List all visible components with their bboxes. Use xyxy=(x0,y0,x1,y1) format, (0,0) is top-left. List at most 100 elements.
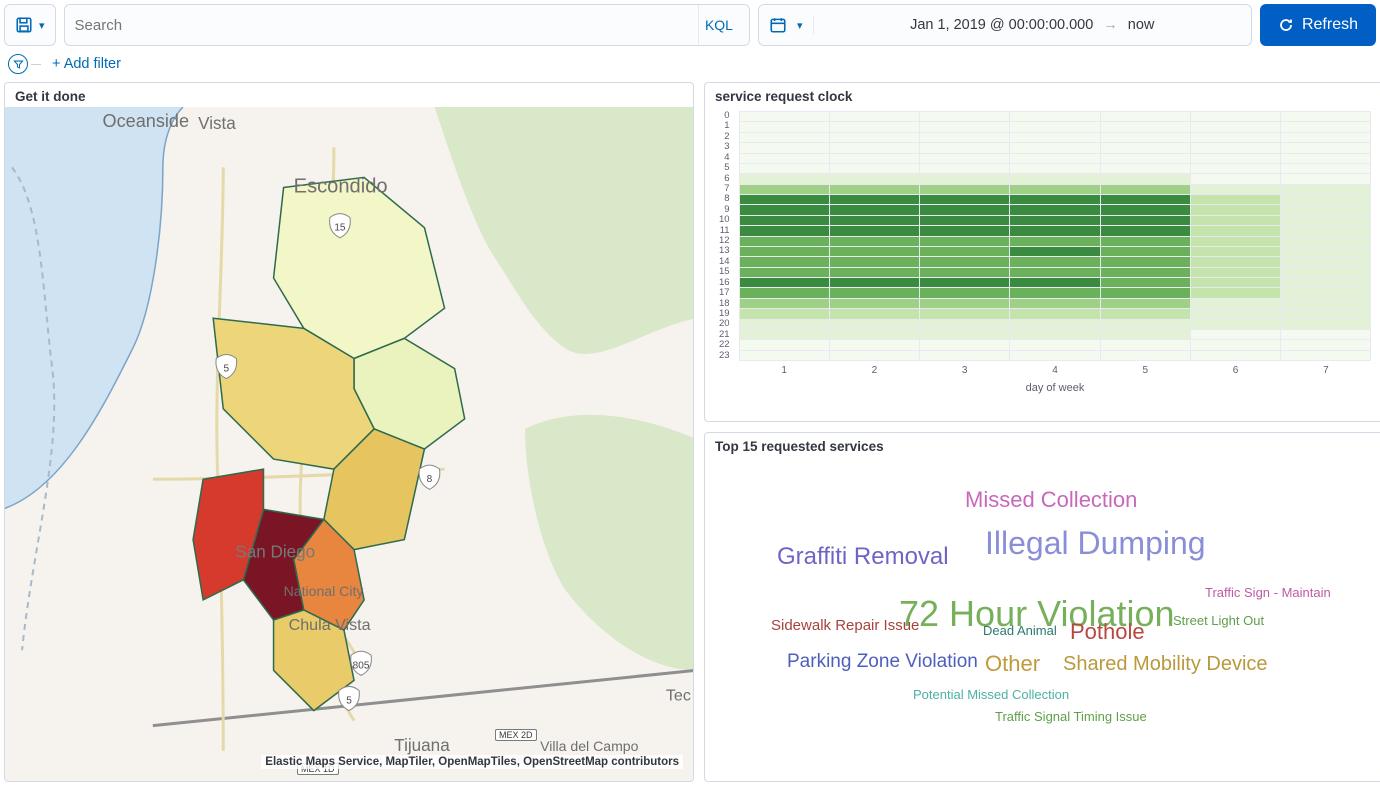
wordcloud-term[interactable]: Other xyxy=(985,651,1040,677)
heatmap-cell[interactable] xyxy=(920,185,1010,195)
heatmap-cell[interactable] xyxy=(920,288,1010,298)
heatmap-cell[interactable] xyxy=(740,112,830,122)
heatmap-cell[interactable] xyxy=(830,278,920,288)
heatmap-cell[interactable] xyxy=(920,237,1010,247)
heatmap-cell[interactable] xyxy=(920,340,1010,350)
heatmap-cell[interactable] xyxy=(740,216,830,226)
heatmap-cell[interactable] xyxy=(830,112,920,122)
heatmap-cell[interactable] xyxy=(740,237,830,247)
heatmap-cell[interactable] xyxy=(1191,330,1281,340)
add-filter-button[interactable]: + Add filter xyxy=(52,56,121,72)
heatmap-cell[interactable] xyxy=(920,112,1010,122)
heatmap-cell[interactable] xyxy=(1101,257,1191,267)
heatmap-cell[interactable] xyxy=(1010,351,1100,361)
filter-toggle-icon[interactable] xyxy=(8,54,28,74)
wordcloud-term[interactable]: Street Light Out xyxy=(1173,613,1264,628)
wordcloud-term[interactable]: Potential Missed Collection xyxy=(913,687,1069,702)
heatmap-cell[interactable] xyxy=(740,247,830,257)
heatmap-cell[interactable] xyxy=(1191,247,1281,257)
heatmap-cell[interactable] xyxy=(830,185,920,195)
heatmap-cell[interactable] xyxy=(740,154,830,164)
heatmap-cell[interactable] xyxy=(1281,278,1371,288)
heatmap-cell[interactable] xyxy=(830,340,920,350)
heatmap-cell[interactable] xyxy=(1191,309,1281,319)
heatmap-cell[interactable] xyxy=(830,164,920,174)
heatmap-cell[interactable] xyxy=(1101,205,1191,215)
quick-date-menu[interactable]: ▾ xyxy=(759,16,814,34)
heatmap-cell[interactable] xyxy=(920,330,1010,340)
heatmap-cell[interactable] xyxy=(1101,309,1191,319)
heatmap-cell[interactable] xyxy=(740,164,830,174)
heatmap-cell[interactable] xyxy=(1191,174,1281,184)
heatmap-cell[interactable] xyxy=(740,133,830,143)
heatmap-cell[interactable] xyxy=(1191,278,1281,288)
heatmap-cell[interactable] xyxy=(1101,237,1191,247)
heatmap-cell[interactable] xyxy=(1101,288,1191,298)
heatmap-cell[interactable] xyxy=(920,133,1010,143)
heatmap-cell[interactable] xyxy=(1191,164,1281,174)
heatmap-cell[interactable] xyxy=(1101,216,1191,226)
date-range-display[interactable]: Jan 1, 2019 @ 00:00:00.000 → now xyxy=(814,17,1251,33)
heatmap-cell[interactable] xyxy=(1010,309,1100,319)
heatmap-cell[interactable] xyxy=(1010,278,1100,288)
heatmap-cell[interactable] xyxy=(1191,112,1281,122)
heatmap-cell[interactable] xyxy=(1101,268,1191,278)
heatmap-cell[interactable] xyxy=(920,122,1010,132)
heatmap-cell[interactable] xyxy=(920,351,1010,361)
heatmap-cell[interactable] xyxy=(740,299,830,309)
heatmap-cell[interactable] xyxy=(740,185,830,195)
heatmap-cell[interactable] xyxy=(1010,340,1100,350)
heatmap-cell[interactable] xyxy=(1281,133,1371,143)
heatmap-cell[interactable] xyxy=(1101,112,1191,122)
wordcloud-term[interactable]: Sidewalk Repair Issue xyxy=(771,617,919,634)
heatmap-cell[interactable] xyxy=(1281,112,1371,122)
wordcloud-term[interactable]: Dead Animal xyxy=(983,623,1057,638)
heatmap-cell[interactable] xyxy=(830,309,920,319)
heatmap-cell[interactable] xyxy=(740,143,830,153)
heatmap-cell[interactable] xyxy=(740,257,830,267)
heatmap-cell[interactable] xyxy=(1010,112,1100,122)
wordcloud-term[interactable]: Pothole xyxy=(1070,619,1145,645)
heatmap-cell[interactable] xyxy=(1281,320,1371,330)
wordcloud-term[interactable]: Illegal Dumping xyxy=(985,525,1206,562)
heatmap-cell[interactable] xyxy=(920,309,1010,319)
heatmap-cell[interactable] xyxy=(740,330,830,340)
heatmap-cell[interactable] xyxy=(740,226,830,236)
heatmap-cell[interactable] xyxy=(920,226,1010,236)
heatmap-cell[interactable] xyxy=(830,122,920,132)
heatmap-cell[interactable] xyxy=(1191,320,1281,330)
heatmap-cell[interactable] xyxy=(830,330,920,340)
heatmap-cell[interactable] xyxy=(920,216,1010,226)
heatmap-cell[interactable] xyxy=(1191,268,1281,278)
heatmap-cell[interactable] xyxy=(830,299,920,309)
wordcloud-term[interactable]: Traffic Signal Timing Issue xyxy=(995,709,1147,724)
heatmap-cell[interactable] xyxy=(920,205,1010,215)
heatmap-cell[interactable] xyxy=(1191,143,1281,153)
heatmap-cell[interactable] xyxy=(1191,351,1281,361)
heatmap-cell[interactable] xyxy=(920,174,1010,184)
heatmap-cell[interactable] xyxy=(830,154,920,164)
wordcloud-term[interactable]: Parking Zone Violation xyxy=(787,651,978,673)
heatmap-cell[interactable] xyxy=(1010,299,1100,309)
heatmap-cell[interactable] xyxy=(920,299,1010,309)
heatmap-cell[interactable] xyxy=(920,278,1010,288)
heatmap-cell[interactable] xyxy=(1101,330,1191,340)
refresh-button[interactable]: Refresh xyxy=(1260,4,1376,46)
heatmap-cell[interactable] xyxy=(1010,268,1100,278)
heatmap-cell[interactable] xyxy=(740,351,830,361)
heatmap-cell[interactable] xyxy=(1010,247,1100,257)
heatmap-cell[interactable] xyxy=(1101,278,1191,288)
heatmap-cell[interactable] xyxy=(830,320,920,330)
heatmap-cell[interactable] xyxy=(1281,164,1371,174)
heatmap-cell[interactable] xyxy=(1101,299,1191,309)
map-canvas[interactable]: Oceanside Vista Escondido San Diego Nati… xyxy=(5,107,693,781)
heatmap-cell[interactable] xyxy=(1010,205,1100,215)
heatmap-cell[interactable] xyxy=(920,268,1010,278)
saved-query-menu[interactable]: ▾ xyxy=(4,4,56,46)
heatmap-cell[interactable] xyxy=(1010,185,1100,195)
heatmap-cell[interactable] xyxy=(1281,205,1371,215)
heatmap-cell[interactable] xyxy=(830,174,920,184)
heatmap-cell[interactable] xyxy=(1191,133,1281,143)
heatmap-cell[interactable] xyxy=(1281,185,1371,195)
heatmap-cell[interactable] xyxy=(920,164,1010,174)
